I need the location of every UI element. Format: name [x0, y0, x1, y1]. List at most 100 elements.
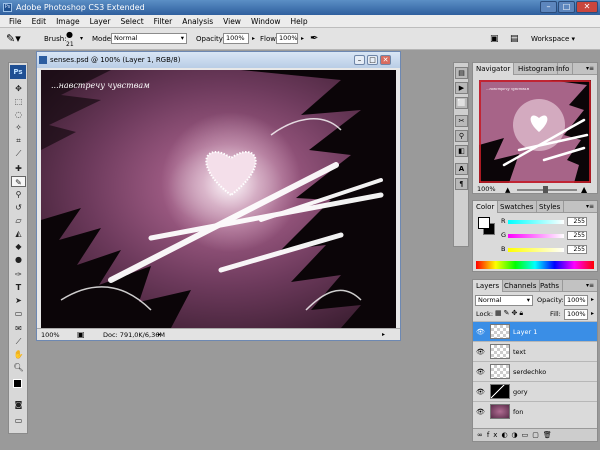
- clone-stamp-tool-icon[interactable]: ⚲: [11, 189, 26, 200]
- airbrush-icon[interactable]: ✒: [310, 28, 318, 50]
- navigator-zoom[interactable]: 100%: [477, 185, 496, 193]
- tab-color[interactable]: Color: [473, 201, 499, 213]
- crop-tool-icon[interactable]: ⌗: [11, 135, 26, 146]
- healing-brush-tool-icon[interactable]: ✚: [11, 163, 26, 174]
- eraser-tool-icon[interactable]: ▱: [11, 215, 26, 226]
- document-minimize-button[interactable]: –: [354, 55, 365, 65]
- tab-paths[interactable]: Paths: [537, 280, 564, 292]
- layer-row[interactable]: 👁︎ text: [473, 341, 597, 361]
- paragraph-panel-icon[interactable]: ¶: [455, 178, 468, 190]
- minimize-button[interactable]: –: [540, 1, 557, 13]
- layers-footer-buttons[interactable]: ∞fx◐◑▭▢🗑︎: [473, 428, 597, 441]
- marquee-tool-icon[interactable]: ⬚: [11, 96, 26, 107]
- flow-slider-toggle[interactable]: ▸: [301, 28, 304, 50]
- maximize-button[interactable]: □: [558, 1, 575, 13]
- navigator-zoom-slider-thumb[interactable]: [543, 186, 548, 193]
- bridge-icon[interactable]: ▤: [510, 28, 519, 50]
- shape-tool-icon[interactable]: ▭: [11, 308, 26, 319]
- character-panel-icon[interactable]: A: [455, 163, 468, 175]
- eye-icon[interactable]: 👁︎: [476, 347, 486, 357]
- panel-menu-icon[interactable]: ▾≡: [586, 63, 594, 75]
- scroll-right-icon[interactable]: ▸: [382, 329, 385, 341]
- layer-row[interactable]: 👁︎ fon: [473, 401, 597, 421]
- clone-source-panel-icon[interactable]: ⚲: [455, 130, 468, 142]
- navigator-thumbnail[interactable]: ...навстречу чувствам: [479, 80, 591, 183]
- menu-help[interactable]: Help: [286, 15, 313, 27]
- photoshop-logo[interactable]: Ps: [10, 65, 26, 79]
- mode-select[interactable]: Normal ▾: [111, 33, 187, 44]
- color-foreground-swatch[interactable]: [478, 217, 490, 229]
- foreground-color-swatch[interactable]: [13, 379, 22, 388]
- screen-mode-icon[interactable]: ▭: [11, 415, 26, 426]
- actions-panel-icon[interactable]: ▶: [455, 82, 468, 94]
- document-close-button[interactable]: ✕: [380, 55, 391, 65]
- menu-layer[interactable]: Layer: [85, 15, 116, 27]
- menu-analysis[interactable]: Analysis: [177, 15, 218, 27]
- red-value[interactable]: 255: [567, 217, 587, 226]
- tablet-pressure-icon[interactable]: ▣: [490, 28, 499, 50]
- slice-tool-icon[interactable]: ⟋: [11, 148, 26, 159]
- color-spectrum-ramp[interactable]: [476, 261, 594, 269]
- layer-row[interactable]: 👁︎ Layer 1: [473, 321, 597, 341]
- menu-view[interactable]: View: [218, 15, 246, 27]
- dodge-tool-icon[interactable]: ●: [11, 254, 26, 265]
- menu-edit[interactable]: Edit: [27, 15, 52, 27]
- zoom-in-icon[interactable]: ▲: [581, 185, 587, 194]
- menu-window[interactable]: Window: [246, 15, 286, 27]
- paint-bucket-tool-icon[interactable]: ◭: [11, 228, 26, 239]
- lasso-tool-icon[interactable]: ◌: [11, 109, 26, 120]
- brush-tool-preset-icon[interactable]: ✎▾: [6, 28, 21, 50]
- blur-tool-icon[interactable]: ◆: [11, 241, 26, 252]
- eye-icon[interactable]: 👁︎: [476, 407, 486, 417]
- green-value[interactable]: 255: [567, 231, 587, 240]
- eye-icon[interactable]: 👁︎: [476, 367, 486, 377]
- move-tool-icon[interactable]: ✥: [11, 83, 26, 94]
- history-panel-icon[interactable]: ▤: [455, 67, 468, 79]
- brushes-panel-icon[interactable]: ✂: [455, 115, 468, 127]
- blend-mode-select[interactable]: Normal ▾: [475, 295, 533, 306]
- brush-tool-icon[interactable]: ✎: [11, 176, 26, 187]
- hand-tool-icon[interactable]: ✋: [11, 349, 26, 360]
- tab-layers[interactable]: Layers: [473, 280, 504, 292]
- status-menu-arrow-icon[interactable]: ▸: [158, 329, 161, 341]
- zoom-out-icon[interactable]: ▲: [505, 186, 510, 194]
- tab-navigator[interactable]: Navigator: [473, 63, 515, 75]
- panel-menu-icon[interactable]: ▾≡: [586, 201, 594, 213]
- tab-swatches[interactable]: Swatches: [497, 201, 538, 213]
- magic-wand-tool-icon[interactable]: ✧: [11, 122, 26, 133]
- blue-slider[interactable]: [508, 248, 564, 252]
- type-tool-icon[interactable]: T: [11, 282, 26, 293]
- quick-mask-icon[interactable]: ◙: [11, 399, 26, 410]
- menu-file[interactable]: File: [4, 15, 27, 27]
- red-slider[interactable]: [508, 220, 564, 224]
- opacity-slider-toggle[interactable]: ▸: [252, 28, 255, 50]
- blue-value[interactable]: 255: [567, 245, 587, 254]
- layer-opacity-input[interactable]: 100%: [564, 295, 588, 306]
- opacity-slider-toggle[interactable]: ▸: [591, 296, 594, 303]
- tool-presets-panel-icon[interactable]: ⬜: [455, 97, 468, 109]
- menu-select[interactable]: Select: [116, 15, 149, 27]
- eye-icon[interactable]: 👁︎: [476, 387, 486, 397]
- eyedropper-tool-icon[interactable]: ⟋: [11, 336, 26, 347]
- layer-comps-panel-icon[interactable]: ◧: [455, 145, 468, 157]
- workspace-menu[interactable]: Workspace ▾: [531, 28, 575, 50]
- history-brush-tool-icon[interactable]: ↺: [11, 202, 26, 213]
- flow-input[interactable]: 100%: [276, 33, 298, 44]
- tab-info[interactable]: Info: [553, 63, 574, 75]
- opacity-input[interactable]: 100%: [223, 33, 249, 44]
- layer-row[interactable]: 👁︎ gory: [473, 381, 597, 401]
- green-slider[interactable]: [508, 234, 564, 238]
- panel-menu-icon[interactable]: ▾≡: [586, 280, 594, 292]
- document-zoom-input[interactable]: 100%: [41, 329, 60, 341]
- notes-tool-icon[interactable]: ✉: [11, 323, 26, 334]
- pen-tool-icon[interactable]: ✑: [11, 269, 26, 280]
- layer-fill-input[interactable]: 100%: [564, 309, 588, 320]
- zoom-tool-icon[interactable]: 🔍︎: [11, 362, 26, 373]
- canvas-artwork[interactable]: ...навстречу чувствам: [41, 70, 396, 328]
- tab-channels[interactable]: Channels: [501, 280, 541, 292]
- status-icon[interactable]: ▣: [77, 329, 85, 341]
- tab-histogram[interactable]: Histogram: [515, 63, 559, 75]
- close-button[interactable]: ✕: [576, 1, 598, 13]
- path-selection-tool-icon[interactable]: ➤: [11, 295, 26, 306]
- document-maximize-button[interactable]: □: [367, 55, 378, 65]
